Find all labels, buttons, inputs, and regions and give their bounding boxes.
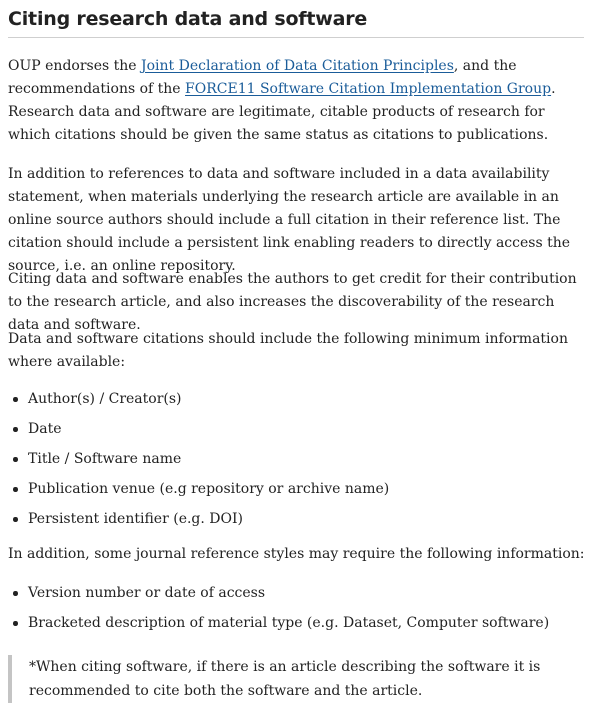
data-citation-principles-link[interactable]: Joint Declaration of Data Citation Princ…	[141, 58, 454, 74]
list-item: Bracketed description of material type (…	[8, 613, 586, 643]
software-note-text: *When citing software, if there is an ar…	[29, 659, 541, 699]
list-item: Version number or date of access	[8, 583, 586, 613]
additional-info-list: Version number or date of access Bracket…	[8, 583, 586, 643]
additional-info-paragraph: In addition, some journal reference styl…	[8, 546, 585, 562]
intro-prefix: OUP endorses the	[8, 58, 142, 74]
heading-divider	[8, 37, 584, 38]
list-item: Author(s) / Creator(s)	[8, 389, 586, 419]
credit-paragraph: Citing data and software enables the aut…	[8, 271, 577, 333]
force11-software-citation-link[interactable]: FORCE11 Software Citation Implementation…	[185, 81, 551, 97]
minimum-info-paragraph: Data and software citations should inclu…	[8, 331, 568, 370]
section-heading: Citing research data and software	[8, 8, 368, 30]
references-paragraph: In addition to references to data and so…	[8, 166, 571, 274]
article-section: Citing research data and software OUP en…	[0, 0, 594, 714]
list-item: Persistent identifier (e.g. DOI)	[8, 509, 586, 539]
intro-paragraph: OUP endorses the Joint Declaration of Da…	[8, 55, 586, 147]
blockquote-bar	[8, 655, 12, 703]
list-item: Title / Software name	[8, 449, 586, 479]
list-item: Date	[8, 419, 586, 449]
list-item: Publication venue (e.g repository or arc…	[8, 479, 586, 509]
software-note-blockquote: *When citing software, if there is an ar…	[8, 655, 586, 703]
minimum-info-list: Author(s) / Creator(s) Date Title / Soft…	[8, 389, 586, 539]
